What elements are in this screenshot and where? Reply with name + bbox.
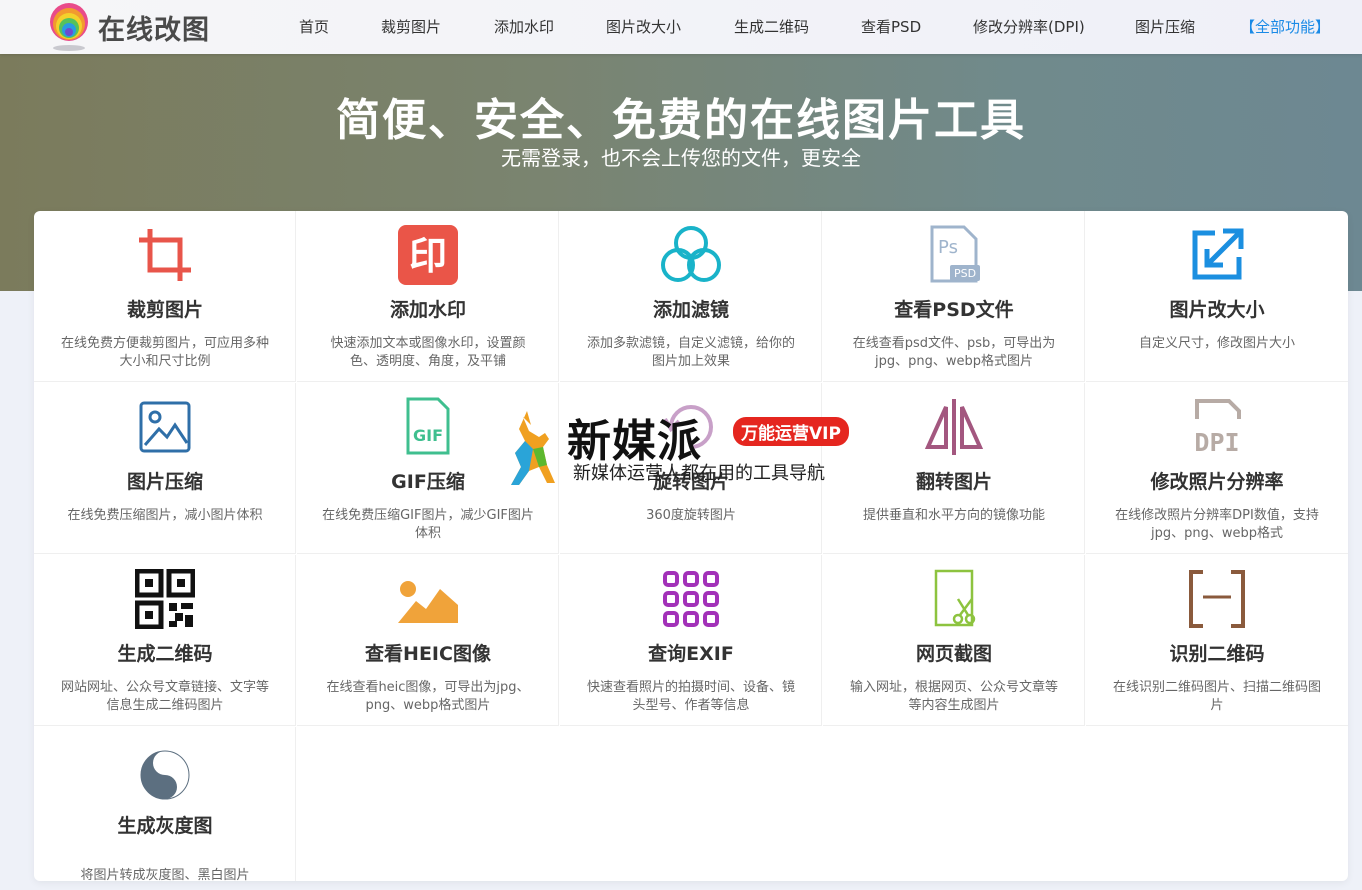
tool-desc: 自定义尺寸，修改图片大小 [1138, 336, 1295, 351]
filter-icon [661, 226, 721, 282]
watermark-badge: 万能运营VIP [733, 417, 849, 446]
scan-qrcode-icon [1189, 570, 1245, 628]
nav-watermark[interactable]: 添加水印 [494, 16, 554, 37]
heic-image-icon [398, 581, 458, 623]
webpage-screenshot-icon [934, 569, 976, 627]
psd-file-icon: Ps PSD [930, 225, 980, 283]
tool-card-crop[interactable]: 裁剪图片 在线免费方便裁剪图片，可应用多种大小和尺寸比例 [34, 211, 296, 382]
tool-card-psd[interactable]: Ps PSD 查看PSD文件 在线查看psd文件、psb，可导出为jpg、png… [823, 211, 1085, 382]
tool-title: 生成二维码 [117, 643, 213, 665]
watermark-overlay: 新媒派 万能运营VIP 新媒体运营人都在用的工具导航 [505, 405, 865, 490]
tool-title: 图片压缩 [126, 471, 203, 493]
crop-icon [139, 229, 191, 281]
tool-desc: 在线免费方便裁剪图片，可应用多种大小和尺寸比例 [60, 336, 269, 369]
tool-title: 裁剪图片 [126, 299, 203, 321]
nav-dpi[interactable]: 修改分辨率(DPI) [973, 16, 1085, 37]
resize-icon [1192, 228, 1244, 280]
nav-resize[interactable]: 图片改大小 [606, 16, 681, 37]
tool-desc: 在线修改照片分辨率DPI数值，支持jpg、png、webp格式 [1115, 508, 1319, 541]
tool-title: 修改照片分辨率 [1150, 471, 1284, 493]
flip-icon [924, 399, 984, 455]
tool-desc: 提供垂直和水平方向的镜像功能 [862, 508, 1045, 523]
tool-title: 添加水印 [389, 299, 466, 321]
tool-desc: 将图片转成灰度图、黑白图片 [80, 868, 250, 883]
gif-file-icon: GIF [406, 397, 450, 455]
tool-title: 添加滤镜 [652, 299, 729, 321]
site-header: 在线改图 首页 裁剪图片 添加水印 图片改大小 生成二维码 查看PSD 修改分辨… [0, 0, 1362, 54]
tool-card-dpi[interactable]: DPI 修改照片分辨率 在线修改照片分辨率DPI数值，支持jpg、png、web… [1086, 383, 1348, 554]
tools-grid: 裁剪图片 在线免费方便裁剪图片，可应用多种大小和尺寸比例 印 添加水印 快速添加… [34, 211, 1348, 883]
watermark-icon: 印 [398, 225, 458, 285]
tool-card-filter[interactable]: 添加滤镜 添加多款滤镜，自定义滤镜，给你的图片加上效果 [560, 211, 822, 382]
tool-desc: 输入网址，根据网页、公众号文章等等内容生成图片 [849, 680, 1058, 713]
tool-desc: 在线免费压缩图片，减小图片体积 [67, 508, 263, 523]
tool-title: 查看HEIC图像 [365, 643, 491, 665]
svg-text:GIF: GIF [413, 426, 443, 445]
tool-desc: 网站网址、公众号文章链接、文字等信息生成二维码图片 [60, 680, 269, 713]
tool-desc: 快速添加文本或图像水印，设置颜色、透明度、角度，及平铺 [330, 336, 526, 369]
tool-card-heic[interactable]: 查看HEIC图像 在线查看heic图像，可导出为jpg、png、webp格式图片 [297, 555, 559, 726]
tool-title: 识别二维码 [1169, 643, 1265, 665]
tool-desc: 添加多款滤镜，自定义滤镜，给你的图片加上效果 [586, 336, 795, 369]
tool-card-grayscale[interactable]: 生成灰度图 将图片转成灰度图、黑白图片 [34, 727, 296, 883]
deer-logo-icon [511, 411, 555, 485]
tool-desc: 在线免费压缩GIF图片，减少GIF图片体积 [322, 508, 534, 541]
nav-qrcode[interactable]: 生成二维码 [734, 16, 809, 37]
tool-card-watermark[interactable]: 印 添加水印 快速添加文本或图像水印，设置颜色、透明度、角度，及平铺 [297, 211, 559, 382]
watermark-subtitle: 新媒体运营人都在用的工具导航 [573, 463, 825, 484]
nav-psd[interactable]: 查看PSD [861, 16, 921, 37]
tool-card-exif[interactable]: 查询EXIF 快速查看照片的拍摄时间、设备、镜头型号、作者等信息 [560, 555, 822, 726]
tool-card-scan-qrcode[interactable]: 识别二维码 在线识别二维码图片、扫描二维码图片 [1086, 555, 1348, 726]
tool-card-resize[interactable]: 图片改大小 自定义尺寸，修改图片大小 [1086, 211, 1348, 382]
tool-desc: 360度旋转图片 [646, 508, 736, 523]
tool-card-image-compress[interactable]: 图片压缩 在线免费压缩图片，减小图片体积 [34, 383, 296, 554]
nav-all-features[interactable]: 【全部功能】 [1240, 16, 1330, 37]
tool-title: 生成灰度图 [117, 815, 213, 837]
hero-subtitle: 无需登录，也不会上传您的文件，更安全 [501, 146, 861, 170]
tool-desc: 在线查看psd文件、psb，可导出为jpg、png、webp格式图片 [852, 336, 1056, 369]
nav-crop[interactable]: 裁剪图片 [381, 16, 441, 37]
tool-desc: 在线识别二维码图片、扫描二维码图片 [1112, 680, 1321, 713]
qrcode-icon [135, 569, 195, 629]
hero-title: 简便、安全、免费的在线图片工具 [336, 95, 1026, 146]
tool-title: 网页截图 [915, 643, 992, 665]
image-compress-icon [139, 401, 191, 453]
tool-title: 图片改大小 [1169, 299, 1265, 321]
tool-card-webpage-screenshot[interactable]: 网页截图 输入网址，根据网页、公众号文章等等内容生成图片 [823, 555, 1085, 726]
tool-desc: 在线查看heic图像，可导出为jpg、png、webp格式图片 [326, 680, 530, 713]
tool-title: 查询EXIF [648, 643, 734, 665]
svg-text:Ps: Ps [938, 237, 958, 258]
main-nav: 首页 裁剪图片 添加水印 图片改大小 生成二维码 查看PSD 修改分辨率(DPI… [0, 0, 1362, 54]
grayscale-icon [140, 750, 190, 800]
dpi-icon: DPI [1194, 399, 1241, 457]
tool-desc: 快速查看照片的拍摄时间、设备、镜头型号、作者等信息 [586, 680, 795, 713]
svg-text:DPI: DPI [1194, 428, 1239, 457]
nav-compress[interactable]: 图片压缩 [1135, 16, 1195, 37]
nav-home[interactable]: 首页 [299, 16, 329, 37]
tool-card-qrcode[interactable]: 生成二维码 网站网址、公众号文章链接、文字等信息生成二维码图片 [34, 555, 296, 726]
svg-text:PSD: PSD [954, 267, 976, 280]
svg-text:印: 印 [409, 234, 447, 278]
tool-title: 查看PSD文件 [894, 299, 1014, 321]
exif-grid-icon [663, 571, 719, 627]
